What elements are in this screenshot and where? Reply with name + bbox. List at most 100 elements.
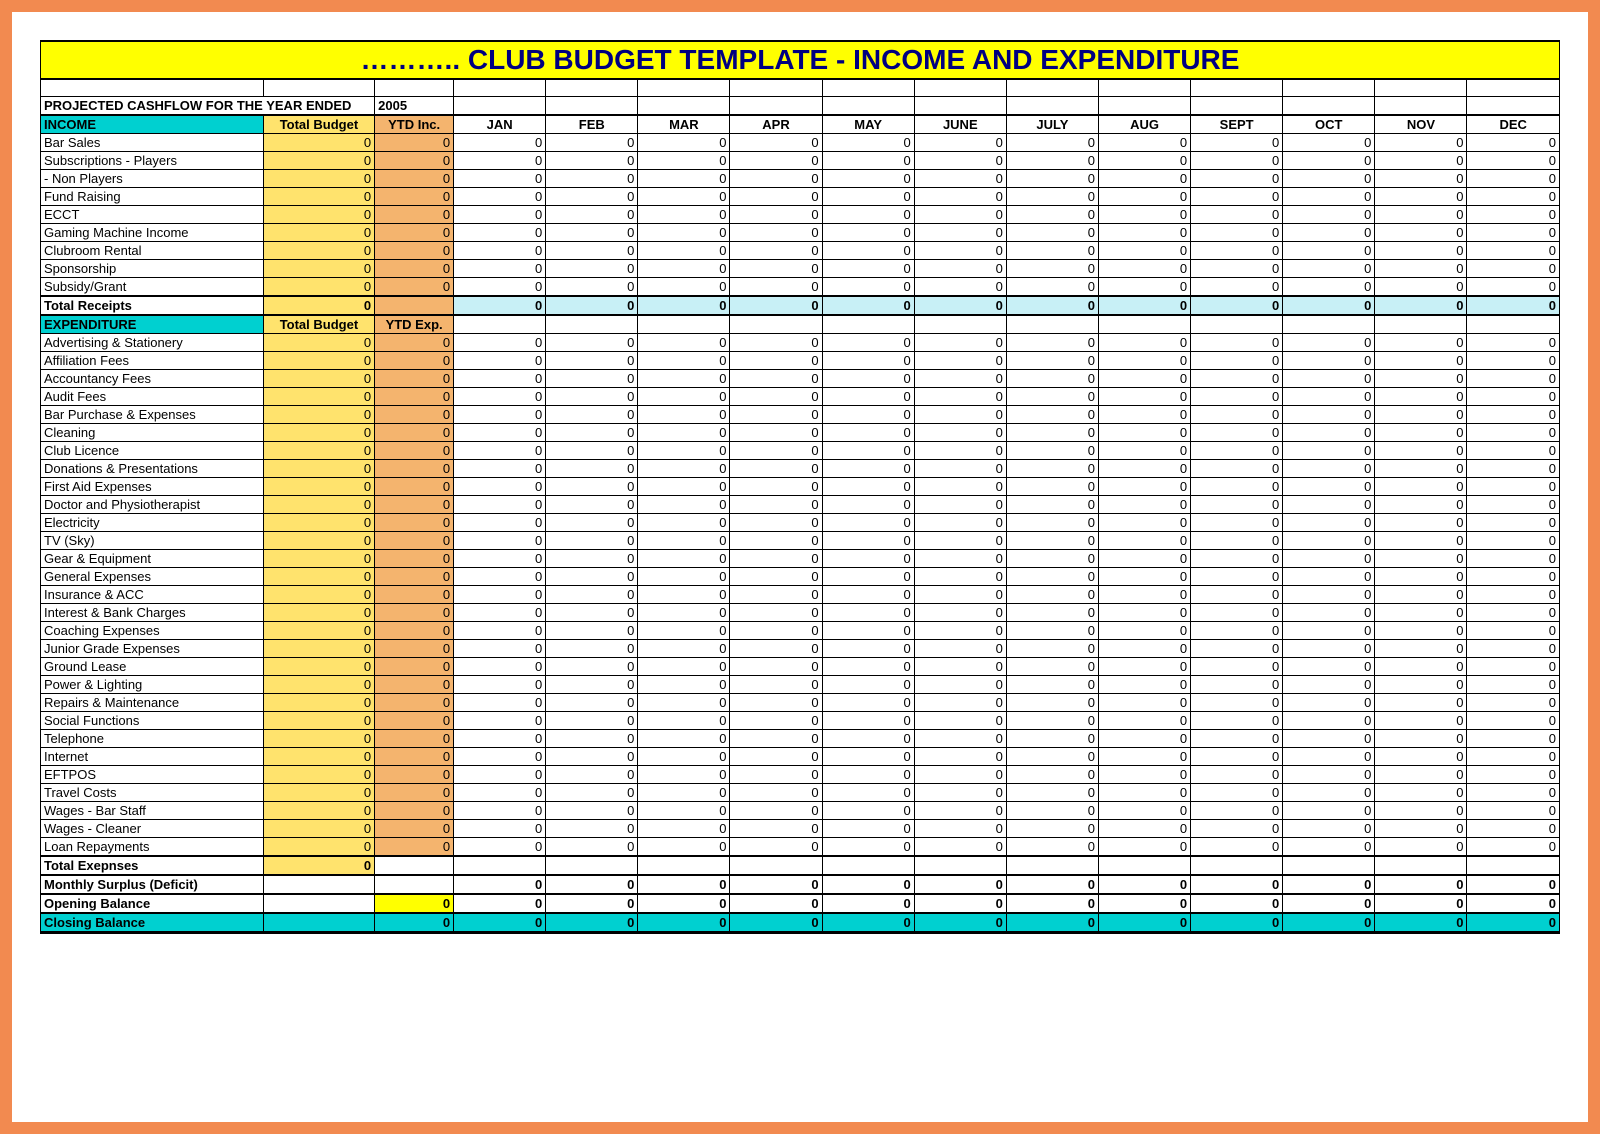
exp-cell[interactable]: 0 [1283, 369, 1375, 387]
exp-cell[interactable]: 0 [1375, 405, 1467, 423]
exp-cell[interactable]: 0 [1191, 405, 1283, 423]
exp-cell-tb[interactable]: 0 [263, 765, 374, 783]
income-cell[interactable]: 0 [730, 169, 822, 187]
exp-cell-tb[interactable]: 0 [263, 837, 374, 856]
exp-cell[interactable]: 0 [546, 621, 638, 639]
exp-cell[interactable]: 0 [1006, 783, 1098, 801]
exp-cell[interactable]: 0 [822, 351, 914, 369]
income-cell[interactable]: 0 [1098, 205, 1190, 223]
exp-cell[interactable]: 0 [1191, 747, 1283, 765]
exp-cell[interactable]: 0 [730, 495, 822, 513]
income-cell[interactable]: 0 [1098, 259, 1190, 277]
exp-cell[interactable]: 0 [1467, 549, 1560, 567]
exp-cell[interactable]: 0 [638, 549, 730, 567]
income-cell[interactable]: 0 [546, 151, 638, 169]
income-cell[interactable]: 0 [914, 187, 1006, 205]
exp-cell[interactable]: 0 [1006, 351, 1098, 369]
income-cell[interactable]: 0 [1006, 151, 1098, 169]
exp-cell[interactable]: 0 [914, 693, 1006, 711]
opening-cell[interactable]: 0 [1375, 894, 1467, 913]
exp-cell[interactable]: 0 [1375, 459, 1467, 477]
exp-cell[interactable]: 0 [914, 765, 1006, 783]
income-cell[interactable]: 0 [1006, 133, 1098, 151]
exp-cell[interactable]: 0 [1283, 837, 1375, 856]
exp-cell[interactable]: 0 [1098, 549, 1190, 567]
exp-cell[interactable]: 0 [546, 603, 638, 621]
income-cell[interactable]: 0 [914, 205, 1006, 223]
opening-cell[interactable]: 0 [1467, 894, 1560, 913]
exp-cell[interactable]: 0 [1467, 477, 1560, 495]
exp-cell[interactable]: 0 [1098, 513, 1190, 531]
income-cell-ytd[interactable]: 0 [375, 241, 454, 259]
exp-cell[interactable]: 0 [546, 711, 638, 729]
exp-cell[interactable]: 0 [1098, 585, 1190, 603]
exp-cell[interactable]: 0 [1283, 495, 1375, 513]
opening-cell[interactable]: 0 [454, 894, 546, 913]
exp-cell-tb[interactable]: 0 [263, 675, 374, 693]
exp-cell-ytd[interactable]: 0 [375, 603, 454, 621]
exp-cell[interactable]: 0 [914, 351, 1006, 369]
exp-cell[interactable]: 0 [1283, 351, 1375, 369]
income-cell[interactable]: 0 [1375, 277, 1467, 296]
income-cell[interactable]: 0 [1283, 187, 1375, 205]
exp-cell[interactable]: 0 [1098, 747, 1190, 765]
exp-cell[interactable]: 0 [1191, 459, 1283, 477]
exp-cell[interactable]: 0 [454, 513, 546, 531]
exp-cell[interactable]: 0 [1283, 387, 1375, 405]
exp-cell-tb[interactable]: 0 [263, 333, 374, 351]
income-cell[interactable]: 0 [822, 259, 914, 277]
exp-cell[interactable]: 0 [1098, 351, 1190, 369]
exp-cell[interactable]: 0 [1375, 819, 1467, 837]
exp-cell[interactable]: 0 [1467, 783, 1560, 801]
income-cell[interactable]: 0 [1467, 151, 1560, 169]
exp-cell[interactable]: 0 [1375, 423, 1467, 441]
exp-cell-tb[interactable]: 0 [263, 711, 374, 729]
exp-cell[interactable]: 0 [914, 675, 1006, 693]
income-cell-tb[interactable]: 0 [263, 205, 374, 223]
exp-cell-ytd[interactable]: 0 [375, 531, 454, 549]
exp-cell[interactable]: 0 [638, 369, 730, 387]
income-cell[interactable]: 0 [1006, 205, 1098, 223]
exp-cell[interactable]: 0 [1098, 693, 1190, 711]
exp-cell[interactable]: 0 [638, 333, 730, 351]
exp-cell[interactable]: 0 [1467, 621, 1560, 639]
exp-cell[interactable]: 0 [822, 549, 914, 567]
income-cell-ytd[interactable]: 0 [375, 205, 454, 223]
exp-cell[interactable]: 0 [1006, 747, 1098, 765]
income-cell-ytd[interactable]: 0 [375, 277, 454, 296]
exp-cell[interactable]: 0 [638, 513, 730, 531]
exp-cell[interactable]: 0 [1006, 837, 1098, 856]
income-cell[interactable]: 0 [1098, 187, 1190, 205]
exp-cell[interactable]: 0 [1098, 729, 1190, 747]
exp-cell[interactable]: 0 [546, 693, 638, 711]
exp-cell[interactable]: 0 [454, 747, 546, 765]
exp-cell[interactable]: 0 [1006, 567, 1098, 585]
exp-cell[interactable]: 0 [1375, 783, 1467, 801]
income-cell[interactable]: 0 [638, 259, 730, 277]
income-cell[interactable]: 0 [822, 277, 914, 296]
exp-cell[interactable]: 0 [1283, 477, 1375, 495]
exp-cell[interactable]: 0 [1191, 783, 1283, 801]
exp-cell[interactable]: 0 [1191, 765, 1283, 783]
exp-cell[interactable]: 0 [1191, 531, 1283, 549]
exp-cell[interactable]: 0 [1375, 801, 1467, 819]
exp-cell[interactable]: 0 [1283, 819, 1375, 837]
exp-cell[interactable]: 0 [1098, 567, 1190, 585]
exp-cell[interactable]: 0 [1191, 333, 1283, 351]
income-cell[interactable]: 0 [822, 205, 914, 223]
exp-cell[interactable]: 0 [1467, 693, 1560, 711]
exp-cell[interactable]: 0 [454, 387, 546, 405]
exp-cell[interactable]: 0 [1283, 531, 1375, 549]
exp-cell[interactable]: 0 [546, 423, 638, 441]
exp-cell-tb[interactable]: 0 [263, 441, 374, 459]
exp-cell[interactable]: 0 [454, 459, 546, 477]
income-cell[interactable]: 0 [1375, 223, 1467, 241]
income-cell[interactable]: 0 [638, 277, 730, 296]
exp-cell[interactable]: 0 [730, 837, 822, 856]
exp-cell[interactable]: 0 [1006, 441, 1098, 459]
exp-cell[interactable]: 0 [1098, 405, 1190, 423]
exp-cell[interactable]: 0 [1191, 387, 1283, 405]
exp-cell[interactable]: 0 [1191, 441, 1283, 459]
exp-cell[interactable]: 0 [1191, 351, 1283, 369]
income-cell[interactable]: 0 [914, 133, 1006, 151]
